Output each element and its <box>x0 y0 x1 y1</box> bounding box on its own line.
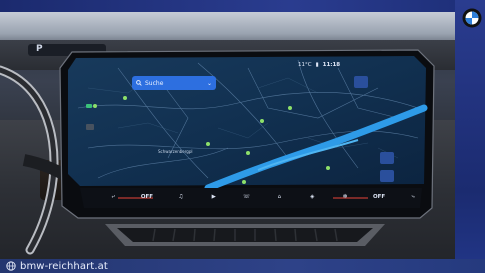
seat-right-icon[interactable]: ⤷ <box>408 192 418 202</box>
gear-indicator: P <box>36 44 43 54</box>
air-vent <box>105 224 385 246</box>
map-control-button <box>354 76 368 88</box>
watermark: bmw-reichhart.at <box>6 259 108 273</box>
phone-icon[interactable]: ☏ <box>242 192 252 202</box>
frame-right <box>455 0 485 273</box>
map-control-button <box>380 152 394 164</box>
temperature-readout: 11°C <box>298 62 312 68</box>
signal-icon: ▮ <box>315 62 319 68</box>
clock: 11:18 <box>322 62 341 68</box>
play-icon[interactable]: ▶ <box>209 192 219 202</box>
climate-left[interactable]: OFF <box>141 194 153 200</box>
climate-right-value: OFF <box>372 194 386 200</box>
home-icon[interactable]: ⌂ <box>274 192 284 202</box>
map-control-button <box>380 170 394 182</box>
chevron-down-icon: ⌄ <box>206 79 212 87</box>
navigation-search[interactable]: Suche ⌄ <box>132 76 216 90</box>
frame-top <box>0 0 485 12</box>
watermark-text: bmw-reichhart.at <box>20 260 108 272</box>
search-icon <box>136 80 142 86</box>
seat-icon[interactable]: ⤶ <box>108 192 118 202</box>
climate-right[interactable]: OFF <box>373 194 385 200</box>
music-icon[interactable]: ♫ <box>176 192 186 202</box>
car-icon[interactable]: ◈ <box>307 192 317 202</box>
climate-left-value: OFF <box>140 194 154 200</box>
globe-icon <box>6 261 16 271</box>
photo-scene: P Schwarzenbergpl Suche ⌄ 11°C ▮ 11:18 ⤶… <box>0 0 485 273</box>
bmw-logo-icon <box>462 8 482 28</box>
map-label: Schwarzenbergpl <box>158 149 193 154</box>
bottom-control-bar: ⤶ OFF ♫ ▶ ☏ ⌂ ◈ ✻ OFF ⤷ <box>108 190 418 204</box>
status-bar: 11°C ▮ 11:18 <box>298 60 376 70</box>
search-label: Suche <box>145 79 164 87</box>
fan-icon[interactable]: ✻ <box>340 192 350 202</box>
